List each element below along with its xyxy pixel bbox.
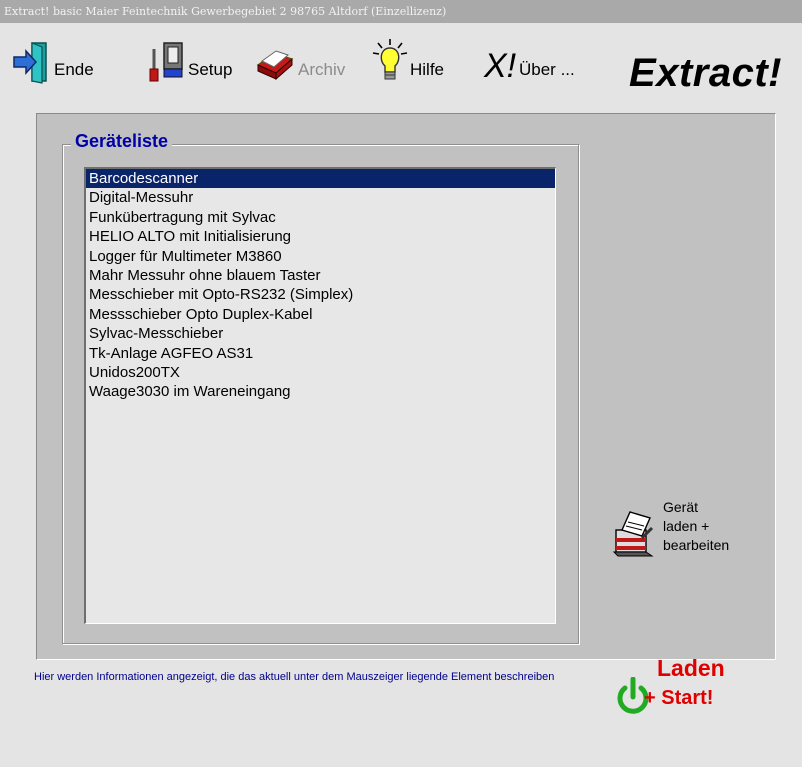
load-start-line1: Laden — [657, 655, 725, 681]
device-list-item[interactable]: Digital-Messuhr — [86, 188, 555, 207]
about-label: Über ... — [519, 60, 575, 79]
load-edit-line1: Gerät — [663, 499, 699, 515]
device-list-item[interactable]: Messchieber mit Opto-RS232 (Simplex) — [86, 285, 555, 304]
archive-button[interactable]: Archiv — [254, 37, 345, 85]
device-list-item[interactable]: Messschieber Opto Duplex-Kabel — [86, 305, 555, 324]
load-edit-device-button[interactable]: Gerät laden + bearbeiten — [612, 498, 762, 568]
archive-books-icon — [256, 50, 294, 81]
device-list-item[interactable]: Mahr Messuhr ohne blauem Taster — [86, 266, 555, 285]
device-edit-icon — [612, 511, 654, 557]
load-edit-line2: laden + — [663, 518, 710, 534]
main-panel: Geräteliste Barcodescanner Digital-Messuh… — [36, 113, 776, 660]
xi-logo-icon: X! — [483, 47, 517, 85]
device-list-item[interactable]: Unidos200TX — [86, 363, 555, 382]
device-listbox[interactable]: Barcodescanner Digital-Messuhr Funkübertra… — [84, 167, 556, 624]
load-start-line2: + Start! — [644, 687, 714, 709]
toolbar: Ende Setup Archiv Hilfe X! Über ... Extr… — [0, 23, 802, 101]
brand-logo: Extract! — [629, 51, 782, 95]
device-list-item[interactable]: Barcodescanner — [86, 169, 555, 189]
setup-label: Setup — [188, 60, 233, 79]
help-button[interactable]: Hilfe — [372, 37, 444, 85]
exit-door-icon — [13, 42, 47, 84]
device-list-item[interactable]: Waage3030 im Wareneingang — [86, 382, 555, 401]
setup-screwdriver-icon — [149, 42, 183, 82]
exit-button[interactable]: Ende — [12, 37, 94, 85]
load-start-button[interactable]: Laden + Start! — [616, 655, 746, 745]
lightbulb-icon — [372, 39, 408, 80]
device-list-item[interactable]: HELIO ALTO mit Initialisierung — [86, 227, 555, 246]
title-bar: Extract! basic Maier Feintechnik Gewerbe… — [0, 0, 802, 23]
device-list-item[interactable]: Logger für Multimeter M3860 — [86, 247, 555, 266]
info-text: Hier werden Informationen angezeigt, die… — [34, 671, 555, 683]
svg-text:X!: X! — [483, 47, 517, 85]
load-edit-label: Gerät laden + bearbeiten — [663, 498, 763, 555]
device-list-item[interactable]: Sylvac-Messchieber — [86, 324, 555, 343]
device-list-title: Geräteliste — [71, 131, 173, 152]
device-list-group: Geräteliste Barcodescanner Digital-Messuh… — [62, 131, 579, 644]
archive-label: Archiv — [298, 60, 346, 79]
about-button[interactable]: X! Über ... — [483, 37, 575, 85]
title-text: Extract! basic Maier Feintechnik Gewerbe… — [4, 5, 447, 18]
setup-button[interactable]: Setup — [146, 37, 232, 85]
device-list-item[interactable]: Tk-Anlage AGFEO AS31 — [86, 344, 555, 363]
exit-label: Ende — [54, 60, 94, 79]
load-edit-line3: bearbeiten — [663, 537, 730, 553]
help-label: Hilfe — [410, 60, 445, 79]
device-list-item[interactable]: Funkübertragung mit Sylvac — [86, 208, 555, 227]
main-window: Extract! basic Maier Feintechnik Gewerbe… — [0, 0, 802, 767]
